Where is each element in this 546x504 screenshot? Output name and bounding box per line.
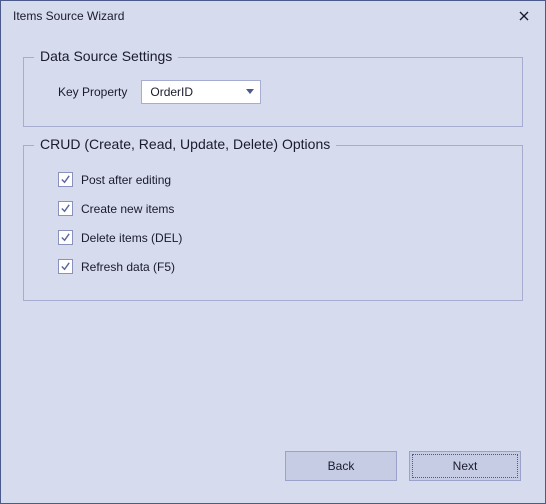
checkbox-post-after-editing[interactable]: [58, 172, 73, 187]
titlebar: Items Source Wizard: [1, 1, 545, 31]
content-area: Data Source Settings Key Property OrderI…: [1, 31, 545, 503]
key-property-value: OrderID: [150, 85, 193, 99]
back-button[interactable]: Back: [285, 451, 397, 481]
crud-group: CRUD (Create, Read, Update, Delete) Opti…: [23, 145, 523, 301]
checkbox-delete-items[interactable]: [58, 230, 73, 245]
option-label: Delete items (DEL): [81, 231, 182, 245]
option-label: Post after editing: [81, 173, 171, 187]
data-source-legend: Data Source Settings: [34, 48, 178, 64]
checkbox-refresh-data[interactable]: [58, 259, 73, 274]
option-refresh-data: Refresh data (F5): [58, 259, 504, 274]
window-title: Items Source Wizard: [13, 9, 511, 23]
wizard-window: Items Source Wizard Data Source Settings…: [0, 0, 546, 504]
key-property-combo[interactable]: OrderID: [141, 80, 261, 104]
option-create-new-items: Create new items: [58, 201, 504, 216]
option-delete-items: Delete items (DEL): [58, 230, 504, 245]
chevron-down-icon: [246, 89, 254, 95]
data-source-group: Data Source Settings Key Property OrderI…: [23, 57, 523, 127]
check-icon: [60, 232, 71, 243]
close-button[interactable]: [511, 5, 537, 27]
next-button[interactable]: Next: [409, 451, 521, 481]
checkbox-create-new-items[interactable]: [58, 201, 73, 216]
check-icon: [60, 174, 71, 185]
option-label: Create new items: [81, 202, 174, 216]
spacer: [23, 301, 523, 451]
close-icon: [519, 11, 529, 21]
check-icon: [60, 203, 71, 214]
button-row: Back Next: [23, 451, 523, 487]
key-property-row: Key Property OrderID: [42, 80, 504, 104]
option-label: Refresh data (F5): [81, 260, 175, 274]
option-post-after-editing: Post after editing: [58, 172, 504, 187]
key-property-label: Key Property: [58, 85, 127, 99]
crud-options-list: Post after editing Create new items Dele…: [42, 168, 504, 278]
crud-legend: CRUD (Create, Read, Update, Delete) Opti…: [34, 136, 336, 152]
check-icon: [60, 261, 71, 272]
